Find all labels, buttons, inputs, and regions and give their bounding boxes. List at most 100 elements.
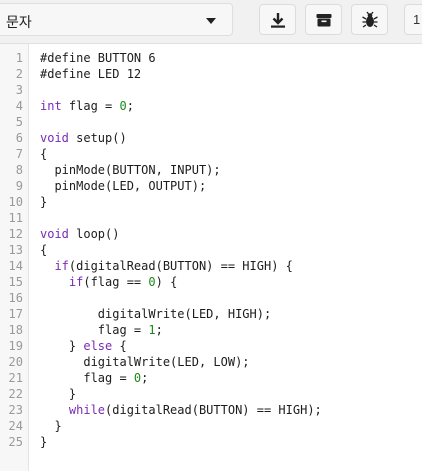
code-text: pinMode(BUTTON, INPUT); [40,162,221,178]
code-token: flag = [40,323,149,337]
code-line[interactable]: 9 pinMode(LED, OUTPUT); [0,178,422,194]
code-line[interactable]: 5 [0,114,422,130]
code-text: } [40,418,62,434]
code-token: pinMode(LED, OUTPUT); [40,179,207,193]
code-line[interactable]: 14 if(digitalRead(BUTTON) == HIGH) { [0,258,422,274]
line-number: 18 [8,323,23,337]
code-text: digitalWrite(LED, LOW); [40,354,249,370]
archive-box-icon [315,11,333,29]
code-text: digitalWrite(LED, HIGH); [40,306,271,322]
line-number: 9 [15,179,23,193]
code-line[interactable]: 19 } else { [0,338,422,354]
chevron-down-icon [206,18,216,24]
line-number: 22 [8,387,23,401]
code-token: (digitalRead(BUTTON) == HIGH) { [68,259,293,273]
line-number: 3 [15,83,23,97]
line-number: 4 [15,99,23,113]
line-number: 20 [8,355,23,369]
code-line[interactable]: 18 flag = 1; [0,322,422,338]
toolbar: 문자 1 [0,0,422,44]
code-line[interactable]: 1 #define BUTTON 6 [0,50,422,66]
code-text: } [40,194,47,210]
code-text: { [40,146,47,162]
code-line[interactable]: 21 flag = 0; [0,370,422,386]
code-text: int flag = 0; [40,98,134,114]
language-select[interactable]: 문자 [0,3,233,36]
code-token: #define BUTTON 6 [40,51,156,65]
code-keyword: int [40,99,62,113]
code-token: } [40,419,62,433]
line-number: 15 [8,275,23,289]
code-token: ; [126,99,134,113]
code-text: } else { [40,338,127,354]
line-number: 5 [15,115,23,129]
line-number: 23 [8,403,23,417]
code-number: 0 [148,275,156,289]
code-text: if(digitalRead(BUTTON) == HIGH) { [40,258,293,274]
code-keyword: else [83,339,113,353]
archive-button[interactable] [305,4,342,35]
code-line[interactable]: 16 [0,290,422,306]
code-line[interactable]: 4 int flag = 0; [0,98,422,114]
code-keyword: void [40,227,69,241]
code-text: flag = 0; [40,370,148,386]
line-number: 21 [8,371,23,385]
code-line[interactable]: 15 if(flag == 0) { [0,274,422,290]
code-line[interactable]: 3 [0,82,422,98]
code-token: { [112,339,127,353]
code-line[interactable]: 13 { [0,242,422,258]
code-line[interactable]: 23 while(digitalRead(BUTTON) == HIGH); [0,402,422,418]
code-editor[interactable]: 1 #define BUTTON 6 2 #define LED 12 3 4 int fl… [0,44,422,471]
code-line[interactable]: 22 } [0,386,422,402]
code-token: { [40,147,48,161]
line-number: 10 [8,195,23,209]
code-line[interactable]: 20 digitalWrite(LED, LOW); [0,354,422,370]
download-button[interactable] [259,4,296,35]
code-text: { [40,242,47,258]
line-number: 19 [8,339,23,353]
code-token: ) { [155,275,178,289]
code-token: } [40,387,77,401]
code-keyword: void [40,131,69,145]
line-number: 25 [8,435,23,449]
code-token: flag = [61,99,120,113]
code-line[interactable]: 24 } [0,418,422,434]
line-number: 13 [8,243,23,257]
code-line[interactable]: 6 void setup() [0,130,422,146]
partial-toolbar-button-label: 1 [413,12,421,27]
code-token: pinMode(BUTTON, INPUT); [40,163,221,177]
code-token: (flag == [83,275,149,289]
code-keyword: if [54,259,69,273]
debug-button[interactable] [351,4,388,35]
code-token: ; [155,323,163,337]
code-line[interactable]: 17 digitalWrite(LED, HIGH); [0,306,422,322]
code-text: flag = 1; [40,322,163,338]
code-token: #define LED 12 [40,67,142,81]
code-line[interactable]: 2 #define LED 12 [0,66,422,82]
code-keyword: while [68,403,106,417]
code-text: void loop() [40,226,119,242]
line-number: 7 [15,147,23,161]
code-line[interactable]: 25} [0,434,422,450]
code-token: ; [141,371,149,385]
code-token: } [40,195,48,209]
code-line[interactable]: 10} [0,194,422,210]
code-line[interactable]: 8 pinMode(BUTTON, INPUT); [0,162,422,178]
line-number: 16 [8,291,23,305]
code-line[interactable]: 12 void loop() [0,226,422,242]
code-text: } [40,434,47,450]
bug-icon [361,11,379,29]
code-text: if(flag == 0) { [40,274,177,290]
line-number: 11 [8,211,23,225]
code-text: } [40,386,76,402]
code-line[interactable]: 11 [0,210,422,226]
code-line[interactable]: 7{ [0,146,422,162]
code-text: while(digitalRead(BUTTON) == HIGH); [40,402,322,418]
code-token: } [40,435,48,449]
line-number: 14 [8,259,23,273]
partial-toolbar-button[interactable]: 1 [404,4,422,35]
code-text: pinMode(LED, OUTPUT); [40,178,206,194]
